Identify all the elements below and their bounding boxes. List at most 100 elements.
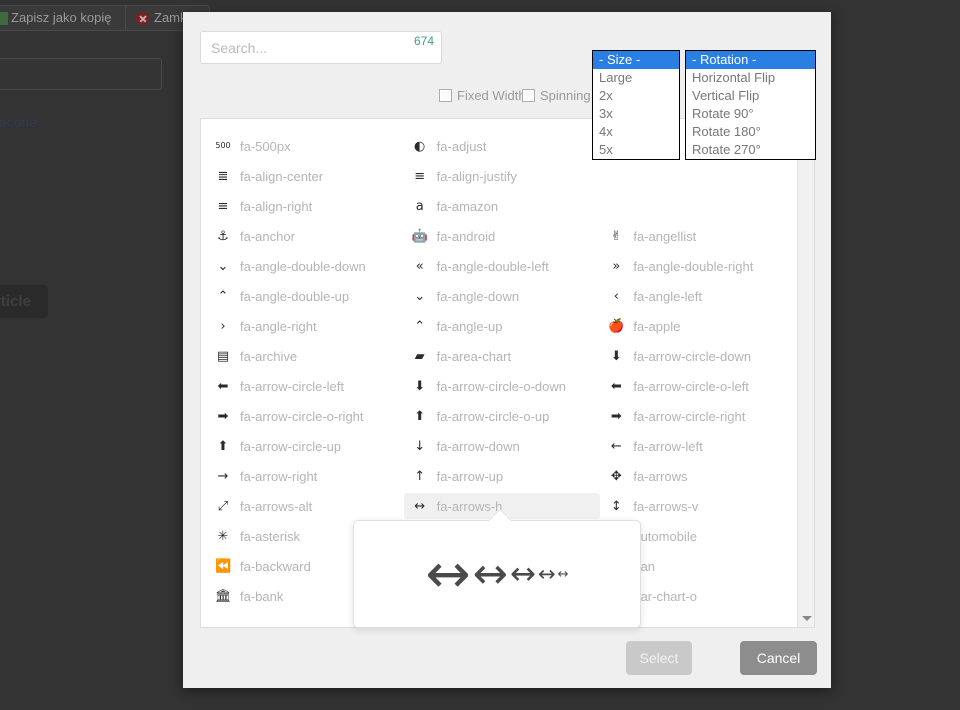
background-text-input[interactable] <box>0 58 162 90</box>
icon-name-label: fa-arrow-right <box>240 468 318 484</box>
rotation-option[interactable]: Rotate 90° <box>686 105 815 123</box>
icon-name-label: fa-angellist <box>633 228 697 244</box>
fixed-width-label[interactable]: Fixed Width <box>457 88 526 103</box>
icon-item[interactable]: ✥ fa-arrows <box>600 463 797 489</box>
icon-item[interactable]: ≡ fa-align-right <box>207 193 404 219</box>
fa-arrow-circle-left-icon: ⬅ <box>217 378 229 394</box>
icon-name-label: fa-arrow-circle-down <box>633 348 752 364</box>
icon-item[interactable]: ✌ fa-angellist <box>600 223 797 249</box>
icon-item[interactable]: ⌄ fa-angle-down <box>404 283 601 309</box>
icon-row: → fa-arrow-right ↑ fa-arrow-up ✥ fa-arrows <box>207 463 797 493</box>
icon-item[interactable]: ≣ fa-align-center <box>207 163 404 189</box>
icon-item[interactable]: « fa-angle-double-left <box>404 253 601 279</box>
icon-item[interactable]: ⌃ fa-angle-up <box>404 313 601 339</box>
size-option[interactable]: 4x <box>593 123 679 141</box>
icon-name-label: fa-arrow-circle-up <box>240 438 342 454</box>
icon-item[interactable]: ↕ fa-arrows-v <box>600 493 797 519</box>
search-field-wrap: 674 <box>200 31 442 64</box>
icon-name-label: fa-angle-down <box>436 288 520 304</box>
size-select-options[interactable]: - Size - Large 2x 3x 4x 5x <box>592 50 680 160</box>
scroll-down-arrow-icon[interactable] <box>798 610 814 627</box>
icon-item[interactable]: ▤ fa-archive <box>207 343 404 369</box>
icon-row: ➡ fa-arrow-circle-o-right ⬆ fa-arrow-circle… <box>207 403 797 433</box>
size-option[interactable]: 3x <box>593 105 679 123</box>
icon-item[interactable]: ⬇ fa-arrow-circle-down <box>600 343 797 369</box>
vertical-scrollbar[interactable] <box>797 119 814 627</box>
size-option[interactable]: Large <box>593 69 679 87</box>
fa-500px-icon: 500 <box>215 141 231 150</box>
save-as-copy-button[interactable]: Zapisz jako kopię <box>0 5 133 31</box>
icon-item[interactable]: ⌃ fa-angle-double-up <box>207 283 404 309</box>
background-article-button[interactable]: rticle <box>0 285 48 318</box>
fa-amazon-icon: a <box>415 198 424 214</box>
size-option[interactable]: 2x <box>593 87 679 105</box>
close-icon <box>136 12 149 25</box>
icon-name-label: fa-backward <box>240 558 311 574</box>
fa-arrow-circle-o-left-icon: ⬅ <box>610 378 622 394</box>
spinning-label[interactable]: Spinning <box>540 88 591 103</box>
fa-angle-left-icon: ‹ <box>613 288 619 304</box>
icon-item[interactable]: ← fa-arrow-left <box>600 433 797 459</box>
icon-name-label: fa-adjust <box>436 138 487 154</box>
icon-item[interactable]: a fa-amazon <box>404 193 601 219</box>
rotation-option[interactable]: - Rotation - <box>686 51 815 69</box>
icon-name-label: fa-anchor <box>240 228 295 244</box>
icon-item[interactable]: ↑ fa-arrow-up <box>404 463 601 489</box>
select-button[interactable]: Select <box>626 641 692 675</box>
icon-item[interactable]: ↓ fa-arrow-down <box>404 433 601 459</box>
rotation-option[interactable]: Vertical Flip <box>686 87 815 105</box>
fa-arrow-circle-o-up-icon: ⬆ <box>414 408 426 424</box>
icon-name-label: fa-arrow-circle-o-down <box>436 378 566 394</box>
save-as-copy-label: Zapisz jako kopię <box>11 10 112 25</box>
icon-name-label: fa-angle-double-down <box>240 258 366 274</box>
icon-item[interactable]: → fa-arrow-right <box>207 463 404 489</box>
fa-angle-double-right-icon: » <box>612 258 621 274</box>
icon-name-label: fa-arrow-left <box>633 438 703 454</box>
icon-name-label: fa-arrow-circle-left <box>240 378 345 394</box>
icon-row: ▤ fa-archive ▰ fa-area-chart ⬇ fa-arrow-circl… <box>207 343 797 373</box>
fixed-width-checkbox[interactable] <box>439 89 452 102</box>
arrows-h-preview-2x-icon: ↔ <box>537 561 556 586</box>
icon-item[interactable]: ▰ fa-area-chart <box>404 343 601 369</box>
search-input[interactable] <box>200 31 442 64</box>
icon-item[interactable]: 🍎 fa-apple <box>600 313 797 339</box>
fa-arrow-right-icon: → <box>217 468 229 484</box>
icon-item[interactable]: ‹ fa-angle-left <box>600 283 797 309</box>
arrows-h-preview-lg-icon: ↔ <box>557 566 569 582</box>
fa-angellist-icon: ✌ <box>610 228 622 244</box>
arrows-h-preview-5x-icon: ↔ <box>425 542 471 605</box>
icon-item[interactable]: ⬆ fa-arrow-circle-up <box>207 433 404 459</box>
rotation-option[interactable]: Rotate 270° <box>686 141 815 159</box>
icon-item[interactable]: ➡ fa-arrow-circle-right <box>600 403 797 429</box>
background-link[interactable]: gacone <box>0 114 37 130</box>
fa-arrow-down-icon: ↓ <box>414 438 426 454</box>
icon-row: ⌃ fa-angle-double-up ⌄ fa-angle-down ‹ fa-ang… <box>207 283 797 313</box>
arrows-h-preview-3x-icon: ↔ <box>509 555 536 592</box>
size-option[interactable]: 5x <box>593 141 679 159</box>
icon-item[interactable]: ⬅ fa-arrow-circle-left <box>207 373 404 399</box>
arrows-h-preview-4x-icon: ↔ <box>472 549 508 598</box>
spinning-checkbox[interactable] <box>522 89 535 102</box>
icon-item[interactable]: ◐ fa-adjust <box>404 133 601 159</box>
rotation-select-options[interactable]: - Rotation - Horizontal Flip Vertical Flip… <box>685 50 816 160</box>
icon-item[interactable]: ⚓ fa-anchor <box>207 223 404 249</box>
rotation-option[interactable]: Rotate 180° <box>686 123 815 141</box>
icon-item[interactable]: ⬆ fa-arrow-circle-o-up <box>404 403 601 429</box>
icon-item[interactable]: ⬅ fa-arrow-circle-o-left <box>600 373 797 399</box>
icon-item[interactable]: 500 fa-500px <box>207 133 404 159</box>
size-option[interactable]: - Size - <box>593 51 679 69</box>
cancel-button[interactable]: Cancel <box>740 641 817 675</box>
icon-item[interactable]: ➡ fa-arrow-circle-o-right <box>207 403 404 429</box>
icon-item[interactable]: ⤢ fa-arrows-alt <box>207 493 404 519</box>
rotation-option[interactable]: Horizontal Flip <box>686 69 815 87</box>
icon-item[interactable]: ⬇ fa-arrow-circle-o-down <box>404 373 601 399</box>
icon-item[interactable]: ⌄ fa-angle-double-down <box>207 253 404 279</box>
icon-row: › fa-angle-right ⌃ fa-angle-up 🍎 fa-apple <box>207 313 797 343</box>
icon-name-label: fa-arrow-circle-o-right <box>240 408 364 424</box>
icon-item[interactable]: 🤖 fa-android <box>404 223 601 249</box>
fa-android-icon: 🤖 <box>411 228 428 244</box>
icon-item[interactable]: ≡ fa-align-justify <box>404 163 601 189</box>
icon-item[interactable]: › fa-angle-right <box>207 313 404 339</box>
icon-name-label: fa-arrow-circle-o-left <box>633 378 749 394</box>
icon-item[interactable]: » fa-angle-double-right <box>600 253 797 279</box>
